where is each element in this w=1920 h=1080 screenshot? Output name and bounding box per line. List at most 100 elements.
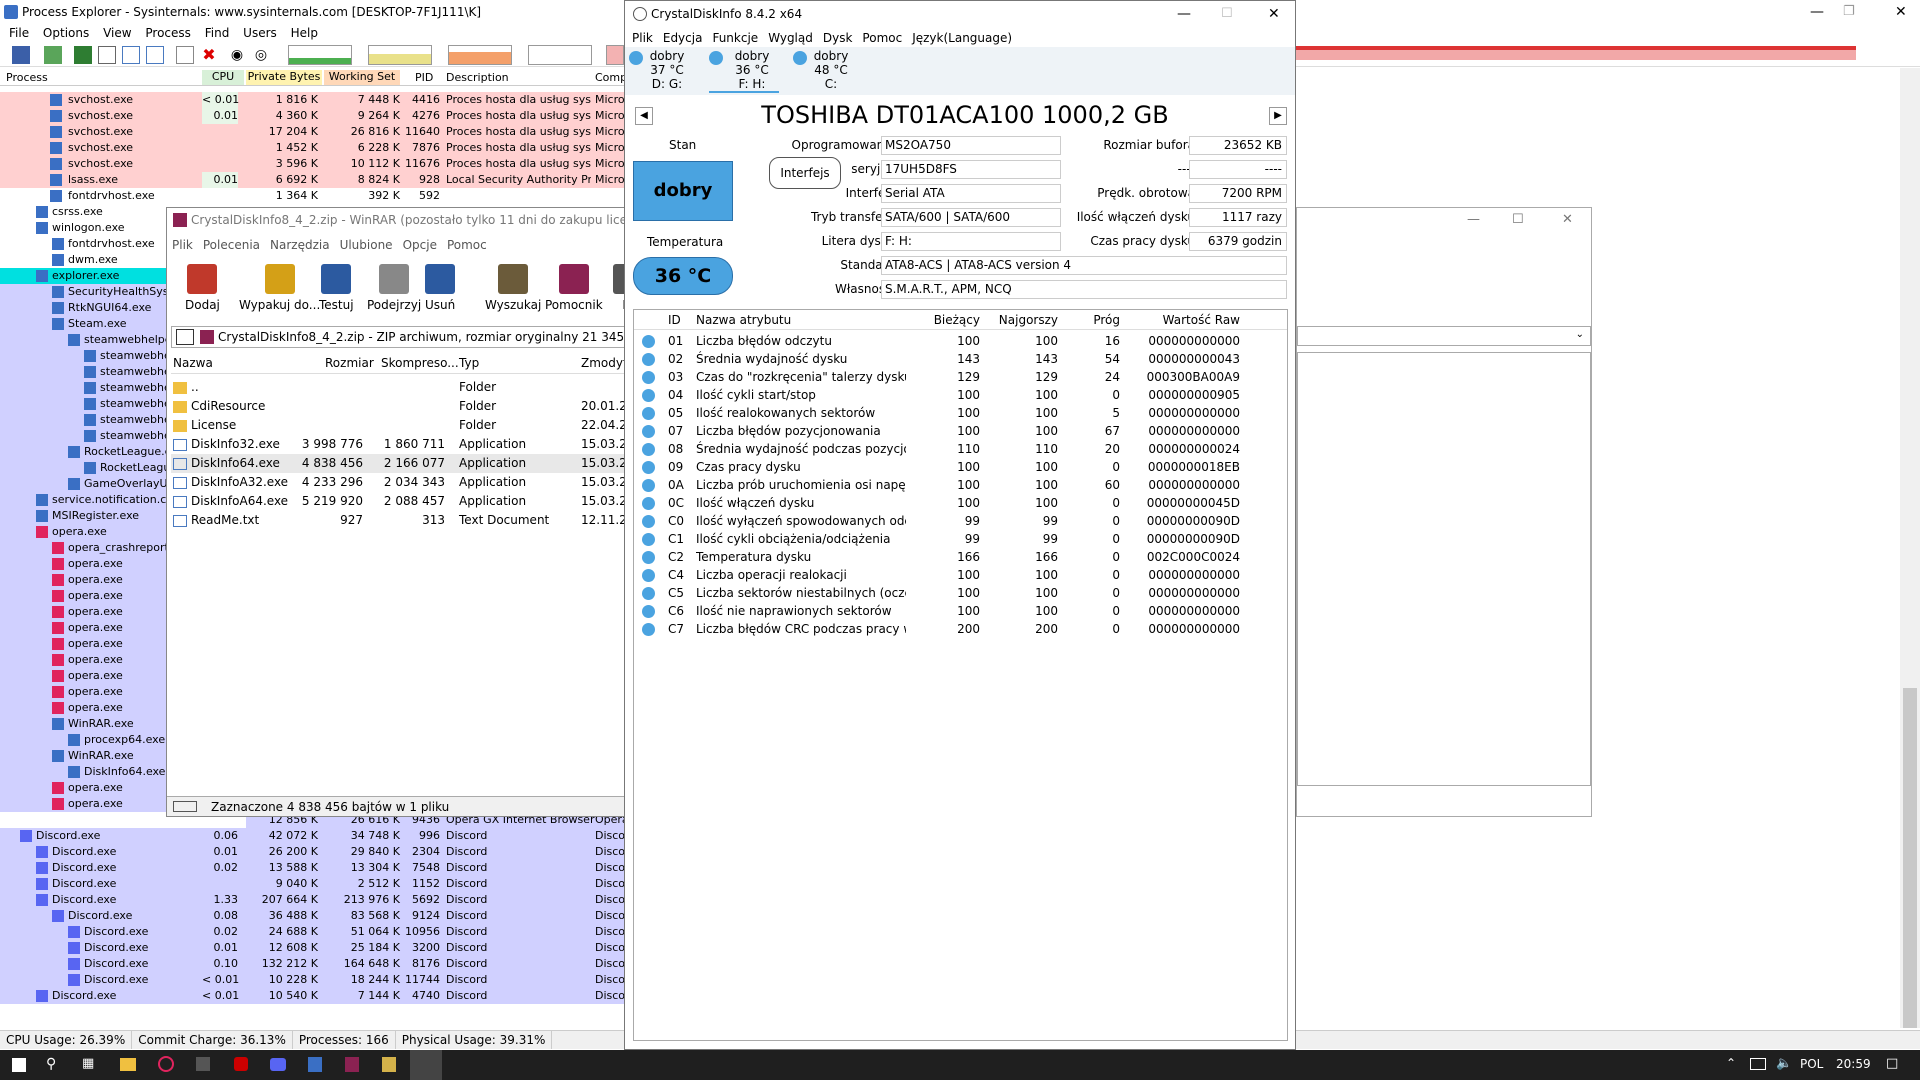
test-button[interactable]: Testuj xyxy=(319,262,354,322)
col-cpu[interactable]: CPU xyxy=(202,70,244,85)
smart-row[interactable]: 0C Ilość włączeń dysku 100 100 0 00000000045D xyxy=(634,494,1287,512)
table-row[interactable]: opera.exe xyxy=(0,572,166,588)
pe-menu-find[interactable]: Find xyxy=(200,24,235,42)
table-row[interactable]: Discord.exe 0.06 42 072 K 34 748 K 996 Discor… xyxy=(0,828,630,844)
maximize-icon[interactable]: ☐ xyxy=(1512,212,1524,227)
minimize-icon[interactable]: — xyxy=(1810,0,1824,24)
minimize-icon[interactable]: — xyxy=(1177,1,1191,27)
table-row[interactable]: opera.exe xyxy=(0,636,166,652)
table-row[interactable]: opera.exe xyxy=(0,604,166,620)
table-row[interactable]: svchost.exe < 0.01 1 816 K 7 448 K 4416 Proce… xyxy=(0,92,630,108)
cdi-menu-pomoc[interactable]: Pomoc xyxy=(857,29,907,47)
add-button[interactable]: Dodaj xyxy=(185,262,220,322)
opera-gx-icon[interactable] xyxy=(158,1056,174,1072)
table-row[interactable]: winlogon.exe xyxy=(0,220,166,236)
minimize-icon[interactable]: — xyxy=(1467,212,1480,227)
health-status-button[interactable]: dobry xyxy=(633,161,733,221)
table-row[interactable]: opera.exe xyxy=(0,652,166,668)
table-row[interactable]: WinRAR.exe xyxy=(0,716,166,732)
wr-menu-ulubione[interactable]: Ulubione xyxy=(335,236,398,254)
commit-graph[interactable] xyxy=(368,45,432,65)
save-icon[interactable] xyxy=(12,46,30,64)
table-row[interactable]: steamwebhelper.exe xyxy=(0,380,214,396)
col-raw[interactable]: Wartość Raw xyxy=(1134,310,1240,330)
smart-row[interactable]: C5 Liczba sektorów niestabilnych (oczekuj… xyxy=(634,584,1287,602)
search-icon[interactable]: ⚲ xyxy=(46,1056,56,1072)
col-nazwa[interactable]: Nazwa xyxy=(173,356,213,370)
table-row[interactable]: WinRAR.exe xyxy=(0,748,166,764)
up-folder-icon[interactable] xyxy=(176,329,194,345)
table-row[interactable]: opera.exe xyxy=(0,796,166,812)
table-row[interactable]: RocketLeague.exe xyxy=(0,444,184,460)
table-row[interactable]: svchost.exe 17 204 K 26 816 K 11640 Proces h… xyxy=(0,124,630,140)
properties-icon[interactable] xyxy=(98,46,116,64)
smart-row[interactable]: 09 Czas pracy dysku 100 100 0 0000000018EB xyxy=(634,458,1287,476)
col-pid[interactable]: PID xyxy=(415,71,433,84)
drive-tab-1[interactable]: dobry 37 °C D: G: xyxy=(629,49,689,93)
smart-row[interactable]: C6 Ilość nie naprawionych sektorów 100 100 0… xyxy=(634,602,1287,620)
table-row[interactable]: Discord.exe < 0.01 10 228 K 18 244 K 11744 Di… xyxy=(0,972,630,988)
temperature-button[interactable]: 36 °C xyxy=(633,257,733,295)
table-row[interactable]: steamwebhelper.exe xyxy=(0,428,214,444)
col-typ[interactable]: Typ xyxy=(459,356,479,370)
find-icon[interactable]: ◉ xyxy=(228,46,246,64)
col-current[interactable]: Bieżący xyxy=(910,310,980,330)
io-graph[interactable] xyxy=(528,45,592,65)
table-row[interactable]: steamwebhelper.exe xyxy=(0,412,214,428)
security-icon[interactable] xyxy=(308,1057,322,1072)
table-row[interactable]: Steam.exe xyxy=(0,316,166,332)
wr-menu-polecenia[interactable]: Polecenia xyxy=(198,236,265,254)
file-row[interactable]: DiskInfoA64.exe 5 219 920 2 088 457 Applica… xyxy=(171,492,642,511)
smart-row[interactable]: 03 Czas do "rozkręcenia" talerzy dysku 129… xyxy=(634,368,1287,386)
table-row[interactable]: SecurityHealthSystray.exe xyxy=(0,284,212,300)
wr-menu-opcje[interactable]: Opcje xyxy=(398,236,442,254)
table-row[interactable]: MSIRegister.exe xyxy=(0,508,166,524)
col-worst[interactable]: Najgorszy xyxy=(984,310,1058,330)
table-row[interactable]: opera.exe xyxy=(0,700,166,716)
app-icon[interactable] xyxy=(382,1057,396,1072)
col-skompresowany[interactable]: Skompreso... xyxy=(381,356,459,370)
close-icon[interactable]: ✕ xyxy=(1895,0,1907,24)
physical-graph[interactable] xyxy=(448,45,512,65)
smart-row[interactable]: C2 Temperatura dysku 166 166 0 002C000C0024 xyxy=(634,548,1287,566)
kill-process-icon[interactable]: ✖ xyxy=(200,46,218,64)
wr-menu-narzedzia[interactable]: Narzędzia xyxy=(265,236,335,254)
find-button[interactable]: Wyszukaj xyxy=(485,262,541,322)
close-icon[interactable]: ✕ xyxy=(1268,1,1280,27)
table-row[interactable]: Discord.exe 0.08 36 488 K 83 568 K 9124 Disco… xyxy=(0,908,630,924)
table-row[interactable]: opera.exe xyxy=(0,684,166,700)
table-row[interactable]: opera.exe xyxy=(0,588,166,604)
table-row[interactable]: steamwebhelper.exe xyxy=(0,348,214,364)
cdi-menu-edycja[interactable]: Edycja xyxy=(658,29,708,47)
smart-row[interactable]: 0A Liczba prób uruchomienia osi napędowej… xyxy=(634,476,1287,494)
task-view-icon[interactable]: ▦ xyxy=(82,1056,94,1071)
chevron-up-icon[interactable]: ⌃ xyxy=(1726,1056,1736,1070)
table-row[interactable]: Discord.exe 9 040 K2 512 K 1152 Discord Disc… xyxy=(0,876,630,892)
cdi-task-button[interactable] xyxy=(410,1050,442,1080)
file-explorer-icon[interactable] xyxy=(120,1058,136,1071)
col-private-bytes[interactable]: Private Bytes xyxy=(246,70,322,85)
clock[interactable]: 20:59 xyxy=(1836,1057,1871,1071)
smart-row[interactable]: 02 Średnia wydajność dysku 143 143 54 0000000… xyxy=(634,350,1287,368)
cdi-menu-plik[interactable]: Plik xyxy=(627,29,658,47)
table-row[interactable]: Discord.exe 0.02 13 588 K 13 304 K 7548 Disco… xyxy=(0,860,630,876)
table-row[interactable]: Discord.exe 1.33 207 664 K 213 976 K 5692 Dis… xyxy=(0,892,630,908)
lower-pane-icon[interactable] xyxy=(122,46,140,64)
table-row[interactable]: opera_crashreporter.exe xyxy=(0,540,202,556)
file-row[interactable]: License Folder 22.04.201 xyxy=(171,416,642,435)
notification-icon[interactable]: □ xyxy=(1886,1056,1898,1071)
table-row[interactable]: svchost.exe 3 596 K 10 112 K 11676 Proces ho… xyxy=(0,156,630,172)
col-description[interactable]: Description xyxy=(446,71,509,84)
smart-row[interactable]: C1 Ilość cykli obciążenia/odciążenia 99 99 0… xyxy=(634,530,1287,548)
col-threshold[interactable]: Próg xyxy=(1062,310,1120,330)
smart-row[interactable]: 07 Liczba błędów pozycjonowania 100 100 67 00… xyxy=(634,422,1287,440)
pe-menu-file[interactable]: File xyxy=(4,24,34,42)
table-row[interactable]: Discord.exe 0.10 132 212 K 164 648 K 8176 Dis… xyxy=(0,956,630,972)
table-row[interactable]: svchost.exe 0.01 4 360 K 9 264 K 4276 Proces … xyxy=(0,108,630,124)
table-row[interactable]: csrss.exe xyxy=(0,204,166,220)
table-row[interactable]: opera.exe xyxy=(0,556,166,572)
table-row[interactable]: svchost.exe 1 452 K 6 228 K 7876 Proces host… xyxy=(0,140,630,156)
dropdown-bar[interactable]: ⌄ xyxy=(1297,326,1591,346)
table-row[interactable]: lsass.exe 0.01 6 692 K 8 824 K 928 Local Secu… xyxy=(0,172,630,188)
pe-menu-options[interactable]: Options xyxy=(38,24,94,42)
